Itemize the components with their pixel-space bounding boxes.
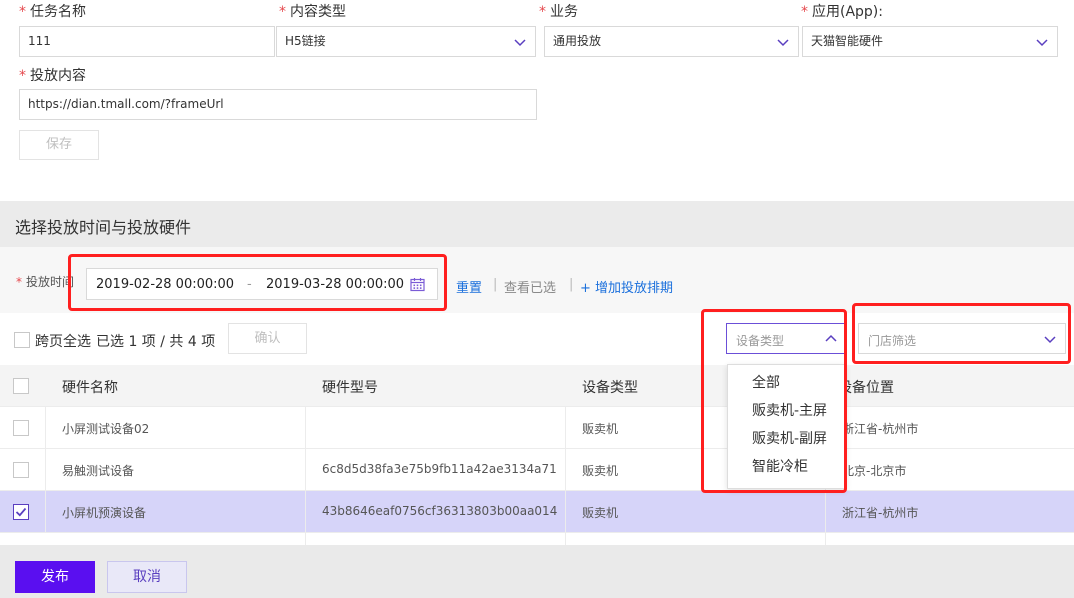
content-type-select[interactable]: H5链接 [276, 26, 536, 57]
row-checkbox[interactable] [13, 420, 29, 436]
cell-divider [565, 449, 566, 491]
cell-divider [45, 407, 46, 449]
business-label: * 业务 [539, 4, 578, 20]
app-label: * 应用(App): [801, 4, 883, 20]
hardware-name: 小屏测试设备02 [62, 422, 150, 436]
device-location: 浙江省-杭州市 [842, 506, 919, 520]
confirm-button[interactable]: 确认 [228, 323, 307, 354]
checkmark-icon [15, 507, 27, 517]
select-all-checkbox[interactable] [13, 378, 29, 394]
cell-divider [825, 533, 826, 545]
device-type-select[interactable]: 设备类型 [726, 323, 847, 354]
add-schedule-link[interactable]: + 增加投放排期 [580, 277, 673, 296]
device-location: 浙江省-杭州市 [842, 422, 919, 436]
store-filter-select[interactable]: 门店筛选 [858, 323, 1066, 354]
device-location: 北京-北京市 [842, 464, 907, 478]
section-header: 选择投放时间与投放硬件 [0, 201, 1074, 247]
row-checkbox-checked[interactable] [13, 504, 29, 520]
cell-divider [825, 491, 826, 533]
business-select[interactable]: 通用投放 [544, 26, 799, 57]
content-label: * 投放内容 [19, 68, 86, 84]
dropdown-option-vending-sub[interactable]: 贩卖机-副屏 [728, 425, 845, 453]
calendar-icon[interactable] [410, 277, 425, 292]
hardware-name: 易触测试设备 [62, 464, 135, 478]
section-title: 选择投放时间与投放硬件 [15, 218, 192, 237]
footer-bar: 发布 取消 [0, 545, 1074, 598]
row-checkbox[interactable] [13, 462, 29, 478]
dropdown-option-all[interactable]: 全部 [728, 369, 845, 397]
content-url-input[interactable]: https://dian.tmall.com/?frameUrl [19, 89, 537, 120]
column-header: 设备位置 [838, 380, 894, 396]
cell-divider [565, 533, 566, 545]
save-button[interactable]: 保存 [19, 130, 99, 160]
cell-divider [565, 407, 566, 449]
cell-divider [305, 449, 306, 491]
end-date[interactable]: 2019-03-28 00:00:00 [266, 277, 404, 292]
table-header: 硬件名称 硬件型号 设备类型 设备位置 [0, 365, 1074, 407]
column-header: 硬件名称 [62, 380, 118, 396]
cell-divider [565, 491, 566, 533]
app-select[interactable]: 天猫智能硬件 [802, 26, 1058, 57]
column-header: 设备类型 [582, 380, 638, 396]
selection-summary: 已选 1 项 / 共 4 项 [96, 334, 216, 350]
cell-divider [45, 449, 46, 491]
reset-link[interactable]: 重置 [456, 277, 482, 296]
store-filter-placeholder: 门店筛选 [868, 334, 917, 348]
cell-divider [305, 533, 306, 545]
cancel-button[interactable]: 取消 [107, 561, 187, 593]
dropdown-option-smart-fridge[interactable]: 智能冷柜 [728, 453, 845, 481]
dropdown-option-vending-main[interactable]: 贩卖机-主屏 [728, 397, 845, 425]
start-date[interactable]: 2019-02-28 00:00:00 [96, 277, 234, 292]
chevron-up-icon [825, 334, 837, 342]
device-type-placeholder: 设备类型 [736, 334, 785, 348]
table-row[interactable]: 易触测试设备 6c8d5d38fa3e75b9fb11a42ae3134a71 … [0, 449, 1074, 491]
device-type: 贩卖机 [582, 422, 619, 436]
table-row-partial [0, 533, 1074, 545]
time-label: * 投放时间 [16, 275, 75, 289]
divider: | [493, 277, 498, 292]
cross-page-select-checkbox[interactable] [14, 332, 30, 348]
table-row[interactable]: 小屏测试设备02 贩卖机 浙江省-杭州市 [0, 407, 1074, 449]
range-separator: - [247, 277, 252, 292]
cell-divider [305, 407, 306, 449]
content-type-label: * 内容类型 [279, 4, 346, 20]
device-type-dropdown: 全部 贩卖机-主屏 贩卖机-副屏 智能冷柜 [727, 364, 846, 489]
chevron-down-icon [1044, 336, 1056, 344]
table-row-selected[interactable]: 小屏机预演设备 43b8646eaf0756cf36313803b00aa014… [0, 491, 1074, 533]
hardware-name: 小屏机预演设备 [62, 506, 147, 520]
hardware-model: 43b8646eaf0756cf36313803b00aa014 [322, 504, 558, 518]
cross-page-select-label: 跨页全选 [35, 334, 91, 350]
task-name-input[interactable]: 111 [19, 26, 275, 57]
chevron-down-icon [1036, 39, 1048, 47]
date-range-picker[interactable]: 2019-02-28 00:00:00 - 2019-03-28 00:00:0… [86, 268, 438, 300]
device-type: 贩卖机 [582, 464, 619, 478]
task-name-label: * 任务名称 [19, 4, 86, 20]
column-header: 硬件型号 [322, 380, 378, 396]
chevron-down-icon [777, 39, 789, 47]
cell-divider [45, 491, 46, 533]
chevron-down-icon [514, 39, 526, 47]
cell-divider [305, 491, 306, 533]
view-selected-link[interactable]: 查看已选 [504, 277, 556, 296]
publish-button[interactable]: 发布 [15, 561, 95, 593]
device-type: 贩卖机 [582, 506, 619, 520]
divider: | [569, 277, 574, 292]
hardware-model: 6c8d5d38fa3e75b9fb11a42ae3134a71 [322, 462, 557, 476]
